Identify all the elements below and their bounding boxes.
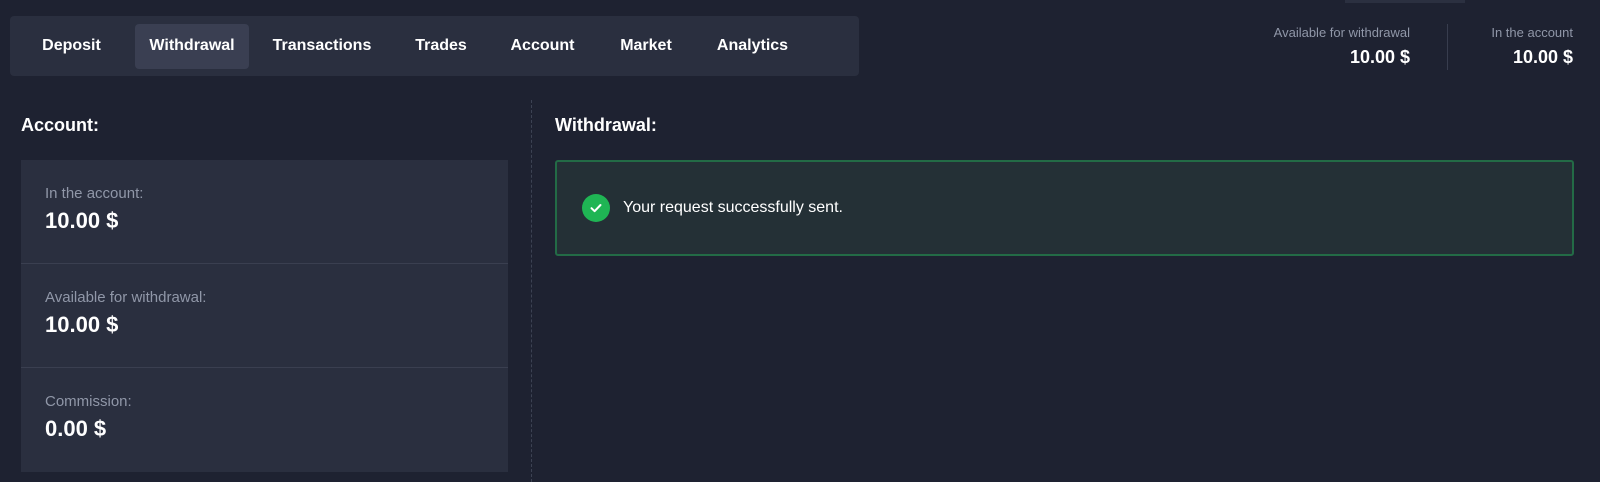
success-message: Your request successfully sent. [623, 199, 843, 216]
tab-trades[interactable]: Trades [396, 24, 486, 69]
tab-deposit[interactable]: Deposit [20, 24, 123, 69]
info-label: Available for withdrawal: [45, 289, 207, 306]
tab-transactions[interactable]: Transactions [254, 24, 390, 69]
info-value: 0.00 $ [45, 416, 107, 441]
tab-market[interactable]: Market [599, 24, 693, 69]
info-card-in-account: In the account: 10.00 $ [21, 160, 508, 264]
header-balance-divider [1447, 24, 1448, 70]
withdrawal-page: Deposit Withdrawal Transactions Trades A… [0, 0, 1600, 482]
account-info-panel: In the account: 10.00 $ Available for wi… [21, 160, 508, 472]
header-available-label: Available for withdrawal [1273, 25, 1410, 40]
info-label: Commission: [45, 393, 132, 410]
info-label: In the account: [45, 185, 144, 202]
tabs-bar: Deposit Withdrawal Transactions Trades A… [10, 16, 859, 76]
info-card-commission: Commission: 0.00 $ [21, 368, 508, 472]
header-account-balance: In the account 10.00 $ [1491, 24, 1573, 70]
check-circle-icon [582, 194, 610, 222]
header-account-label: In the account [1491, 25, 1573, 40]
header-account-value: 10.00 $ [1512, 47, 1573, 67]
top-strip [1345, 0, 1465, 3]
withdrawal-section-title: Withdrawal: [555, 115, 657, 135]
header-available-value: 10.00 $ [1349, 47, 1410, 67]
info-card-available: Available for withdrawal: 10.00 $ [21, 264, 508, 368]
tab-analytics[interactable]: Analytics [698, 24, 807, 69]
section-divider [531, 100, 532, 482]
tab-account[interactable]: Account [491, 24, 594, 69]
success-alert: Your request successfully sent. [555, 160, 1574, 256]
info-value: 10.00 $ [45, 312, 119, 337]
tab-withdrawal[interactable]: Withdrawal [135, 23, 249, 69]
header-available-balance: Available for withdrawal 10.00 $ [1274, 24, 1410, 70]
account-section-title: Account: [21, 115, 99, 135]
info-value: 10.00 $ [45, 208, 119, 233]
